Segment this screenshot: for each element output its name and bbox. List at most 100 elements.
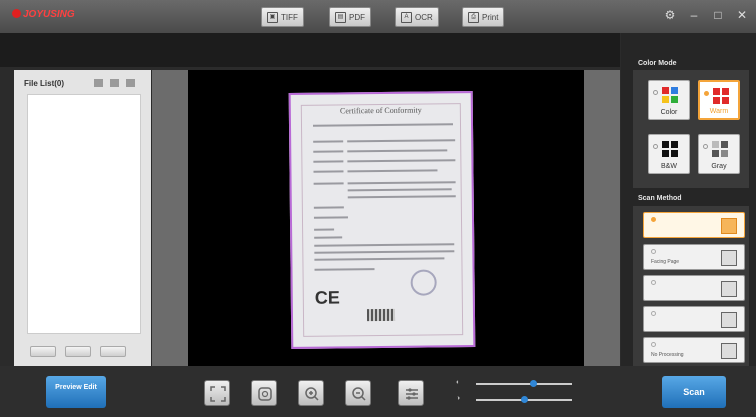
flat-page-icon [721, 218, 737, 234]
print-button-label: Print [482, 12, 499, 22]
text-line [313, 206, 344, 209]
brand-name: JOYUSING [23, 9, 75, 20]
color-grid-icon [662, 87, 678, 103]
gray-grid-icon [712, 141, 728, 157]
zoom-in-icon [305, 387, 319, 401]
radio-icon [651, 311, 656, 316]
gray-mode-label: Gray [711, 163, 727, 170]
window-controls: ⚙ – □ ✕ [664, 8, 748, 22]
radio-selected-icon [704, 91, 709, 96]
tiff-button-label: TIFF [281, 12, 298, 22]
scan-method-title: Scan Method [638, 195, 682, 202]
scan-button[interactable]: Scan [662, 376, 726, 408]
rotate-button[interactable] [251, 380, 277, 406]
ocr-button-label: OCR [415, 12, 433, 22]
maximize-icon[interactable]: □ [712, 8, 724, 22]
facing-page-icon [721, 250, 737, 266]
file-action-button-1[interactable] [30, 346, 56, 357]
swatch [712, 150, 719, 157]
swatch [662, 96, 669, 103]
swatch [662, 150, 669, 157]
radio-selected-icon [651, 217, 656, 222]
scan-method-label: No Processing [651, 352, 684, 358]
preview-edit-button[interactable]: Preview Edit [46, 376, 106, 408]
contrast-slider-thumb[interactable] [520, 396, 528, 403]
file-list-title: File List(0) [24, 79, 65, 88]
zoom-in-button[interactable] [298, 380, 324, 406]
contrast-slider[interactable] [476, 396, 572, 403]
text-line [313, 216, 348, 219]
swatch [721, 141, 728, 148]
select-all-icon[interactable] [94, 79, 103, 87]
tiff-button[interactable]: ▣ TIFF [261, 7, 304, 27]
adjust-icon [406, 388, 418, 400]
rotate-icon [258, 387, 272, 401]
brightness-slider[interactable] [476, 380, 572, 387]
scanned-document[interactable]: Certificate of Conformity CE [288, 91, 476, 349]
text-line [313, 150, 344, 153]
gear-icon[interactable]: ⚙ [664, 8, 676, 22]
text-line [313, 160, 344, 163]
radio-icon [651, 280, 656, 285]
top-toolbar [0, 33, 620, 67]
ocr-button[interactable]: A OCR [395, 7, 439, 27]
swatch [722, 97, 729, 104]
scan-method-option-3[interactable] [643, 275, 745, 301]
file-list-panel: File List(0) [14, 70, 151, 366]
print-button[interactable]: ⎙ Print [462, 7, 505, 27]
text-line [313, 140, 344, 143]
warm-mode-label: Warm [709, 108, 729, 115]
scan-method-label: Facing Page [651, 259, 680, 265]
minimize-icon[interactable]: – [688, 8, 700, 22]
delete-icon[interactable] [126, 79, 135, 87]
text-line [314, 228, 335, 231]
sort-icon[interactable] [110, 79, 119, 87]
close-icon[interactable]: ✕ [736, 8, 748, 22]
scan-method-option-1[interactable] [643, 212, 745, 238]
scanner-app-window: JOYUSING ⚙ – □ ✕ ▣ TIFF ▤ PDF A OCR ⎙ Pr… [0, 0, 756, 417]
file-list[interactable] [27, 94, 141, 334]
swatch [671, 96, 678, 103]
zoom-out-button[interactable] [345, 380, 371, 406]
text-line [314, 236, 343, 239]
logo-mark-icon [12, 9, 21, 18]
file-action-button-3[interactable] [100, 346, 126, 357]
color-mode-color[interactable]: Color [648, 80, 690, 120]
color-mode-warm[interactable]: Warm [698, 80, 740, 120]
image-icon: ▣ [267, 11, 278, 23]
ocr-icon: A [401, 11, 412, 23]
file-action-button-2[interactable] [65, 346, 91, 357]
multi-page-icon [721, 281, 737, 297]
text-line [313, 170, 344, 173]
scan-method-option-4[interactable] [643, 306, 745, 332]
pdf-button-label: PDF [349, 12, 365, 22]
radio-icon [651, 249, 656, 254]
color-mode-label: Color [660, 109, 678, 116]
swatch [662, 87, 669, 94]
title-bar: JOYUSING ⚙ – □ ✕ [0, 0, 756, 33]
pdf-button[interactable]: ▤ PDF [329, 7, 371, 27]
printer-icon: ⎙ [468, 11, 479, 23]
radio-icon [703, 144, 708, 149]
radio-icon [651, 342, 656, 347]
adjust-button[interactable] [398, 380, 424, 406]
contrast-icon: ◑ [456, 395, 461, 402]
scan-method-no-processing[interactable]: No Processing [643, 337, 745, 363]
app-logo: JOYUSING [12, 9, 75, 20]
pdf-icon: ▤ [335, 11, 346, 23]
color-mode-title: Color Mode [638, 60, 677, 67]
radio-icon [653, 90, 658, 95]
swatch [712, 141, 719, 148]
swatch [671, 150, 678, 157]
swatch [671, 141, 678, 148]
swatch [662, 141, 669, 148]
signature-mark [366, 308, 396, 322]
scan-method-facing-page[interactable]: Facing Page [643, 244, 745, 270]
file-list-buttons [30, 346, 126, 357]
ce-mark: CE [314, 287, 340, 308]
swatch [722, 88, 729, 95]
brightness-icon: ◐ [456, 379, 461, 386]
color-mode-bw[interactable]: B&W [648, 134, 690, 174]
color-mode-gray[interactable]: Gray [698, 134, 740, 174]
fit-screen-button[interactable] [204, 380, 230, 406]
